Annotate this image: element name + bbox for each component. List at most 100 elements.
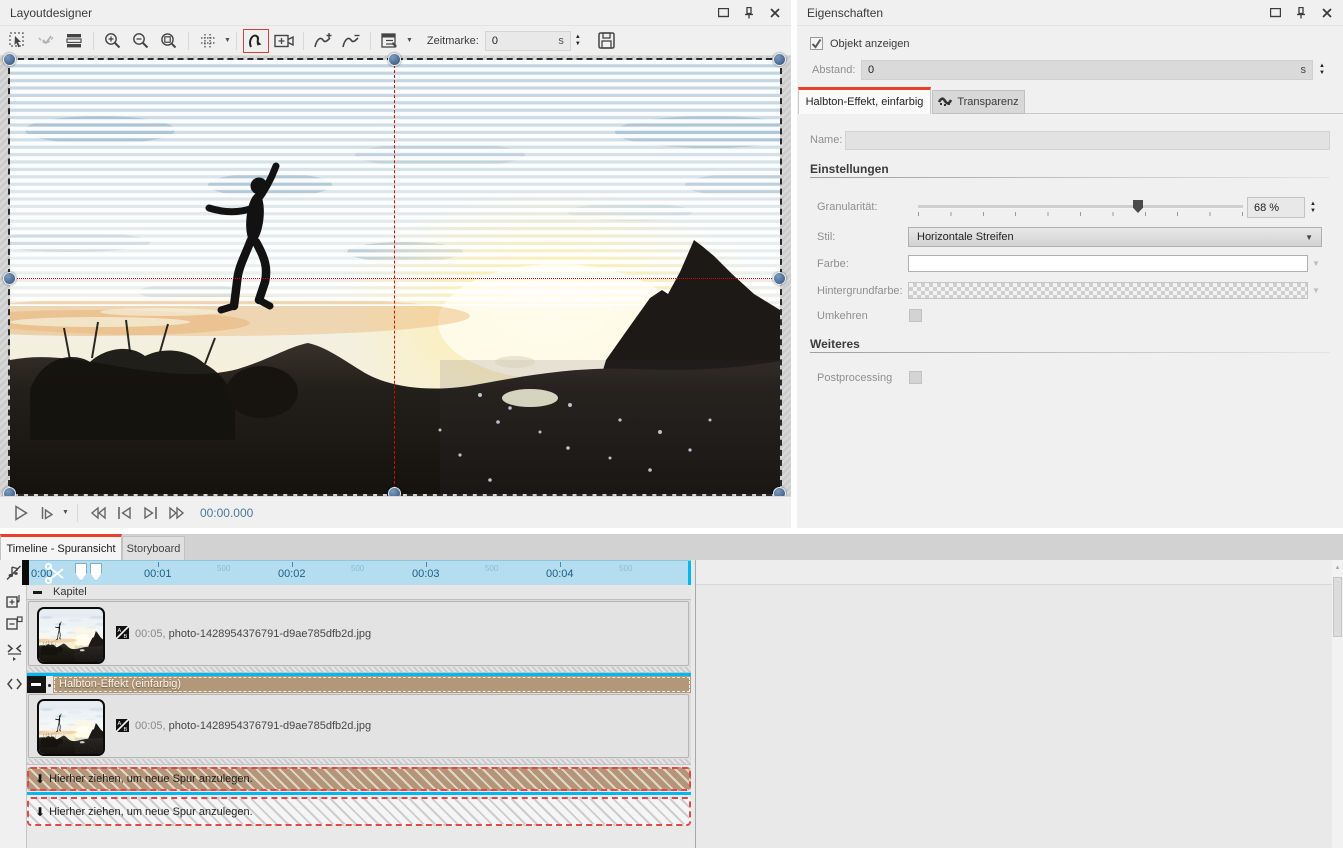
camera-icon: [274, 34, 294, 48]
collapse-tracks-button[interactable]: [3, 641, 25, 663]
postprocessing-checkbox[interactable]: [909, 371, 922, 384]
playback-time: 00:00.000: [200, 506, 253, 520]
remove-track-button[interactable]: [3, 612, 25, 634]
new-track-drop-zone[interactable]: ⬇ Hierher ziehen, um neue Spur anzulegen…: [27, 767, 691, 791]
umkehren-checkbox[interactable]: [909, 309, 922, 322]
granularitaet-slider[interactable]: [918, 198, 1243, 218]
scrollbar-thumb[interactable]: [1333, 577, 1342, 637]
resize-handle-top-center[interactable]: [388, 53, 401, 66]
stil-dropdown[interactable]: Horizontale Streifen ▼: [908, 227, 1322, 247]
layers-button[interactable]: [61, 29, 87, 53]
range-marker-start[interactable]: [75, 563, 87, 581]
tab-timeline-spuransicht[interactable]: Timeline - Spuransicht: [0, 534, 122, 560]
layout-canvas[interactable]: [0, 56, 791, 496]
timeline-body: 0:00 00:01 500 00:02 500 00:03 500 00:04…: [0, 560, 1343, 848]
pin-button[interactable]: [1293, 5, 1309, 21]
hintergrundfarbe-swatch[interactable]: [908, 282, 1308, 299]
skip-start-button[interactable]: [112, 501, 138, 525]
close-button[interactable]: [767, 5, 783, 21]
remove-keyframe-button[interactable]: [338, 29, 364, 53]
maximize-button[interactable]: [715, 5, 731, 21]
add-keyframe-button[interactable]: [310, 29, 336, 53]
rewind-button[interactable]: [86, 501, 112, 525]
layoutdesigner-panel: Layoutdesigner ▼ ▼: [0, 0, 791, 528]
object-list-button[interactable]: [377, 29, 403, 53]
skip-start-icon: [117, 506, 132, 520]
add-track-button[interactable]: [3, 590, 25, 612]
zoom-in-icon: [104, 32, 122, 50]
maximize-button[interactable]: [1267, 5, 1283, 21]
svg-text:B: B: [124, 634, 128, 639]
tab-halbton-effekt[interactable]: Halbton-Effekt, einfarbig: [798, 87, 931, 114]
granularitaet-value-box[interactable]: 68 %: [1247, 197, 1305, 218]
zoom-out-button[interactable]: [128, 29, 154, 53]
forward-button[interactable]: [164, 501, 190, 525]
vertical-scrollbar[interactable]: ▲: [1332, 560, 1343, 848]
preview-image[interactable]: [10, 60, 780, 494]
zeitmarke-unit: s: [558, 35, 564, 47]
abstand-input[interactable]: 0 s: [861, 60, 1313, 80]
resize-handle-top-right[interactable]: [773, 53, 786, 66]
granularitaet-spinner[interactable]: ▲▼: [1306, 197, 1320, 218]
close-button[interactable]: [1319, 5, 1335, 21]
abstand-spinner[interactable]: ▲▼: [1315, 60, 1329, 80]
range-marker-end[interactable]: [90, 563, 102, 581]
scissors-icon[interactable]: [45, 563, 67, 585]
tab-storyboard[interactable]: Storyboard: [122, 536, 185, 560]
resize-handle-top-left[interactable]: [3, 53, 16, 66]
timeline-item[interactable]: AB 00:05, photo-1428954376791-d9ae785dfb…: [28, 694, 689, 758]
camera-pan-button[interactable]: [271, 29, 297, 53]
timeline-item[interactable]: AB 00:05, photo-1428954376791-d9ae785dfb…: [28, 601, 689, 666]
motion-path-tool-button[interactable]: [243, 29, 269, 53]
grid-button[interactable]: [195, 29, 221, 53]
track-header-kapitel[interactable]: Kapitel: [27, 585, 691, 600]
zeitmarke-spinner[interactable]: ▲▼: [571, 31, 585, 51]
hintergrundfarbe-dropdown-arrow[interactable]: ▼: [1308, 282, 1324, 299]
drop-zone-label: Hierher ziehen, um neue Spur anzulegen.: [49, 773, 253, 785]
zeitmarke-input[interactable]: 0 s: [485, 31, 571, 51]
save-button[interactable]: [594, 29, 620, 53]
farbe-swatch[interactable]: [908, 255, 1308, 272]
name-input[interactable]: [845, 131, 1330, 150]
svg-text:A: A: [118, 628, 122, 634]
einstellungen-heading: Einstellungen: [810, 162, 889, 176]
pin-button[interactable]: [741, 5, 757, 21]
track-header-label: Kapitel: [53, 586, 87, 598]
selection-tool-button[interactable]: [5, 29, 31, 53]
skip-end-button[interactable]: [138, 501, 164, 525]
effect-track-bar[interactable]: Halbton-Effekt (einfarbig): [53, 676, 691, 693]
track-header-halbton[interactable]: Halbton-Effekt (einfarbig): [27, 676, 691, 693]
zoom-in-button[interactable]: [100, 29, 126, 53]
layoutdesigner-toolbar: ▼ ▼ Zeitmarke: 0 s ▲▼: [0, 26, 791, 56]
object-list-dropdown-caret[interactable]: ▼: [406, 37, 413, 44]
collapse-track-icon[interactable]: [33, 591, 42, 594]
transition-icon[interactable]: AB: [116, 626, 129, 639]
object-list-icon: [381, 33, 398, 49]
scrollbar-up-button[interactable]: ▲: [1332, 560, 1343, 575]
curve-check-icon: [37, 33, 55, 49]
application-window: Layoutdesigner ▼ ▼: [0, 0, 1343, 848]
zoom-out-icon: [132, 32, 150, 50]
timeline-tabbar: Timeline - Spuransicht Storyboard: [0, 534, 1343, 560]
playhead[interactable]: [22, 560, 29, 585]
selection-icon: [9, 32, 27, 50]
play-button[interactable]: [8, 501, 34, 525]
resize-handle-mid-left[interactable]: [3, 272, 16, 285]
grid-dropdown-caret[interactable]: ▼: [224, 37, 231, 44]
collapse-track-icon[interactable]: [31, 683, 41, 686]
smooth-curve-button[interactable]: [33, 29, 59, 53]
play-from-here-button[interactable]: [34, 501, 60, 525]
resize-handle-mid-right[interactable]: [773, 272, 786, 285]
play-options-caret[interactable]: ▼: [62, 509, 69, 516]
new-track-drop-zone[interactable]: ⬇ Hierher ziehen, um neue Spur anzulegen…: [27, 797, 691, 826]
zoom-fit-button[interactable]: [156, 29, 182, 53]
objekt-anzeigen-checkbox[interactable]: [810, 37, 823, 50]
triangle-up-icon: ▲: [1335, 565, 1341, 571]
timeline-ruler[interactable]: 0:00 00:01 500 00:02 500 00:03 500 00:04…: [27, 560, 691, 585]
tab-transparenz[interactable]: Transparenz: [932, 90, 1025, 114]
slider-track[interactable]: [918, 205, 1243, 209]
farbe-dropdown-arrow[interactable]: ▼: [1308, 255, 1324, 272]
timeline-tool-strip: [0, 560, 27, 848]
transition-icon[interactable]: AB: [116, 719, 129, 732]
expand-tracks-button[interactable]: [3, 673, 25, 695]
